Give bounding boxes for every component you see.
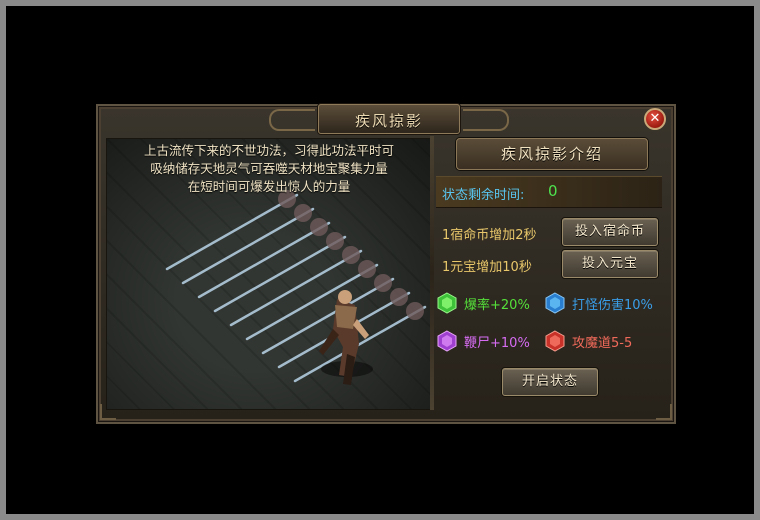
close-icon: ✕: [649, 111, 661, 126]
character-preview: [165, 190, 427, 385]
intro-title: 疾风掠影介绍: [500, 145, 603, 163]
invest-gold-button[interactable]: 投入元宝: [562, 250, 658, 278]
stat-label: 爆率+20%: [464, 298, 530, 313]
spike-effect: [165, 190, 427, 383]
panel-title: 疾风掠影: [354, 112, 423, 130]
warrior-figure: [319, 290, 373, 385]
skill-panel: 疾风掠影 ✕ 上古流传下来的不世功法，习得此功法平时可 吸纳储存天地灵气可吞噬天…: [96, 104, 676, 424]
description-line: 上古流传下来的不世功法，习得此功法平时可: [143, 143, 394, 158]
description-line: 在短时间可爆发出惊人的力量: [187, 179, 351, 194]
preview-area: 上古流传下来的不世功法，习得此功法平时可 吸纳储存天地灵气可吞噬天材地宝聚集力量…: [106, 138, 432, 410]
green-gem-icon: [437, 292, 457, 314]
timer-value: 0: [548, 182, 558, 200]
title-plate: 疾风掠影: [269, 104, 509, 134]
stat-label: 打怪伤害10%: [572, 298, 653, 313]
intro-header: 疾风掠影介绍: [456, 138, 648, 170]
gold-rate-text: 1元宝增加10秒: [442, 260, 532, 275]
purple-gem-icon: [437, 330, 457, 352]
activate-state-button[interactable]: 开启状态: [502, 368, 598, 396]
blue-gem-icon: [545, 292, 565, 314]
description-line: 吸纳储存天地灵气可吞噬天材地宝聚集力量: [150, 161, 388, 176]
red-gem-icon: [545, 330, 565, 352]
stat-label: 攻魔道5-5: [572, 336, 633, 351]
coin-rate-text: 1宿命币增加2秒: [442, 228, 537, 243]
timer-bar: 状态剩余时间: 0: [436, 176, 662, 208]
frame-corner: [656, 404, 672, 420]
timer-label: 状态剩余时间:: [442, 188, 525, 203]
skill-description: 上古流传下来的不世功法，习得此功法平时可 吸纳储存天地灵气可吞噬天材地宝聚集力量…: [107, 142, 431, 196]
close-button[interactable]: ✕: [644, 108, 666, 130]
info-column: 疾风掠影介绍 状态剩余时间: 0 1宿命币增加2秒 投入宿命币 1元宝增加10秒…: [436, 138, 666, 408]
game-screen: 疾风掠影 ✕ 上古流传下来的不世功法，习得此功法平时可 吸纳储存天地灵气可吞噬天…: [6, 6, 754, 514]
invest-coin-button[interactable]: 投入宿命币: [562, 218, 658, 246]
stat-label: 鞭尸+10%: [464, 336, 530, 351]
